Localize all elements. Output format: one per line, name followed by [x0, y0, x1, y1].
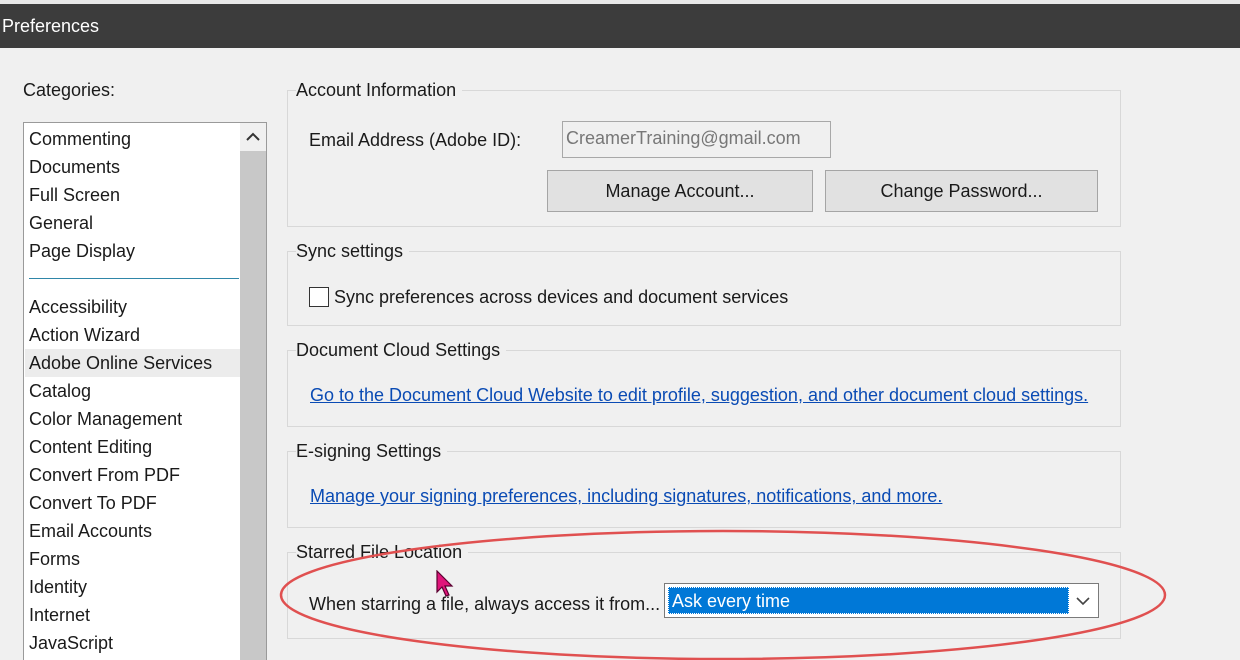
- starred-location-dropdown[interactable]: Ask every time: [664, 583, 1099, 618]
- chevron-up-icon: [246, 132, 260, 141]
- manage-account-button[interactable]: Manage Account...: [547, 170, 813, 212]
- category-item[interactable]: Page Display: [25, 237, 240, 265]
- category-item[interactable]: Adobe Online Services: [25, 349, 240, 377]
- dropdown-selected-value: Ask every time: [668, 587, 1069, 614]
- sync-settings-title: Sync settings: [296, 241, 410, 262]
- category-item[interactable]: General: [25, 209, 240, 237]
- category-item[interactable]: Forms: [25, 545, 240, 573]
- categories-label: Categories:: [23, 80, 116, 100]
- starred-file-title: Starred File Location: [296, 542, 469, 563]
- category-separator: [29, 278, 239, 279]
- window-title: Preferences: [2, 16, 100, 36]
- chevron-down-icon: [1076, 597, 1090, 606]
- category-item[interactable]: Convert From PDF: [25, 461, 240, 489]
- sync-checkbox[interactable]: [309, 287, 329, 307]
- scroll-up-button[interactable]: [240, 123, 266, 151]
- category-item[interactable]: Convert To PDF: [25, 489, 240, 517]
- document-cloud-link[interactable]: Go to the Document Cloud Website to edit…: [310, 385, 1088, 406]
- sync-checkbox-label[interactable]: Sync preferences across devices and docu…: [334, 287, 788, 308]
- category-item[interactable]: Internet: [25, 601, 240, 629]
- esigning-link[interactable]: Manage your signing preferences, includi…: [310, 486, 942, 507]
- categories-scrollbar[interactable]: [240, 123, 266, 660]
- category-item[interactable]: Identity: [25, 573, 240, 601]
- esigning-title: E-signing Settings: [296, 441, 448, 462]
- account-information-title: Account Information: [296, 80, 463, 101]
- category-item[interactable]: Email Accounts: [25, 517, 240, 545]
- category-item[interactable]: Full Screen: [25, 181, 240, 209]
- category-item[interactable]: JavaScript: [25, 629, 240, 657]
- category-item[interactable]: Color Management: [25, 405, 240, 433]
- categories-list[interactable]: Commenting Documents Full Screen General Pag…: [23, 122, 267, 660]
- starred-file-label: When starring a file, always access it f…: [309, 594, 661, 614]
- mouse-cursor-icon: [436, 570, 454, 597]
- category-item[interactable]: Catalog: [25, 377, 240, 405]
- category-item[interactable]: Documents: [25, 153, 240, 181]
- category-item[interactable]: Content Editing: [25, 433, 240, 461]
- email-label: Email Address (Adobe ID):: [309, 130, 522, 150]
- category-item[interactable]: Commenting: [25, 125, 240, 153]
- title-bar: Preferences: [0, 0, 1240, 48]
- category-item[interactable]: Accessibility: [25, 293, 240, 321]
- email-field[interactable]: CreamerTraining@gmail.com: [562, 121, 831, 158]
- change-password-button[interactable]: Change Password...: [825, 170, 1098, 212]
- category-item[interactable]: Action Wizard: [25, 321, 240, 349]
- document-cloud-title: Document Cloud Settings: [296, 340, 507, 361]
